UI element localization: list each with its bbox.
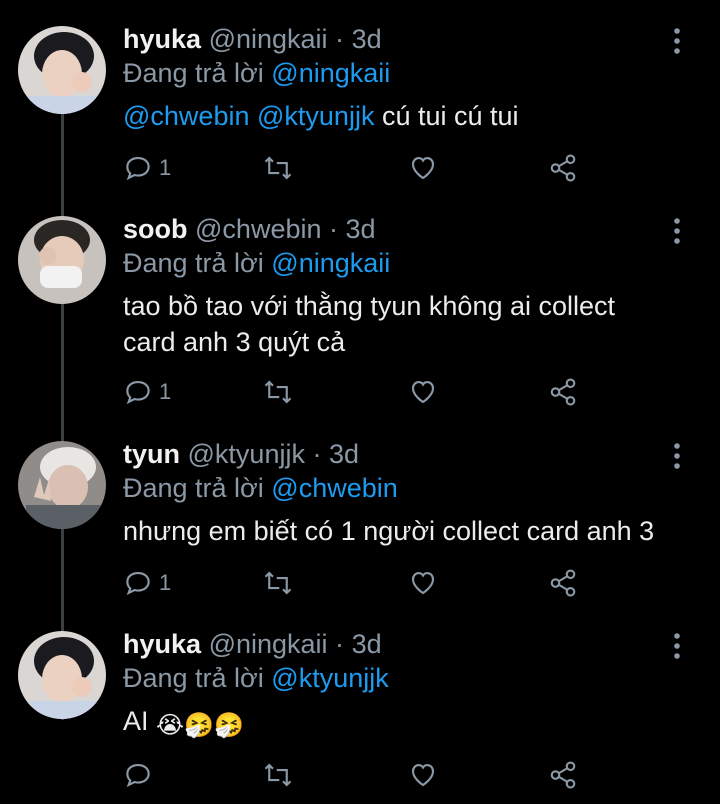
replying-to-label: Đang trả lời — [123, 663, 264, 693]
like-button[interactable] — [408, 374, 438, 410]
separator: · — [329, 214, 339, 244]
heart-icon — [411, 763, 435, 787]
retweet-icon — [264, 156, 292, 180]
reply-icon — [126, 763, 150, 788]
tweet-actions — [123, 757, 593, 793]
avatar[interactable] — [18, 631, 106, 719]
tweet-header: hyuka @ningkaii · 3d — [123, 627, 382, 661]
replying-to: Đang trả lời @chwebin — [123, 471, 398, 505]
tweet-text-line: card anh 3 quýt cả — [123, 327, 346, 357]
like-button[interactable] — [408, 757, 438, 793]
more-options-icon[interactable] — [670, 441, 684, 471]
user-handle[interactable]: @ningkaii — [209, 24, 328, 54]
reply-count: 1 — [159, 379, 172, 404]
emoji-crying-sneezing: 😭🤧🤧 — [156, 712, 244, 739]
tweet-actions: 1 — [123, 150, 593, 186]
retweet-icon — [264, 380, 292, 404]
heart-icon — [411, 156, 435, 180]
replying-to-mention[interactable]: @chwebin — [271, 473, 397, 503]
heart-icon — [411, 571, 435, 595]
replying-to-mention[interactable]: @ktyunjjk — [271, 663, 388, 693]
replying-to: Đang trả lời @ningkaii — [123, 246, 390, 280]
timestamp[interactable]: 3d — [352, 24, 382, 54]
tweet[interactable]: hyuka @ningkaii · 3d Đang trả lời @ktyun… — [0, 627, 720, 804]
user-handle[interactable]: @ktyunjjk — [188, 439, 305, 469]
reply-icon — [126, 571, 150, 596]
retweet-button[interactable] — [263, 565, 293, 601]
reply-icon — [126, 380, 150, 405]
reply-icon — [126, 156, 150, 181]
timestamp[interactable]: 3d — [329, 439, 359, 469]
tweet-actions: 1 — [123, 374, 593, 410]
replying-to-label: Đang trả lời — [123, 473, 264, 503]
retweet-button[interactable] — [263, 757, 293, 793]
tweet-text: @chwebin @ktyunjjk cú tui cú tui — [123, 98, 693, 134]
display-name[interactable]: tyun — [123, 439, 180, 469]
tweet-header: soob @chwebin · 3d — [123, 212, 376, 246]
replying-to: Đang trả lời @ningkaii — [123, 56, 390, 90]
replying-to: Đang trả lời @ktyunjjk — [123, 661, 389, 695]
reply-count: 1 — [159, 155, 172, 180]
tweet-text-rest: cú tui cú tui — [374, 101, 519, 131]
tweet-text: tao bồ tao với thằng tyun không ai colle… — [123, 288, 693, 360]
more-options-icon[interactable] — [670, 26, 684, 56]
tweet-text: nhưng em biết có 1 người collect card an… — [123, 516, 655, 546]
reply-button[interactable]: 1 — [123, 374, 171, 410]
more-options-icon[interactable] — [670, 216, 684, 246]
reply-button[interactable]: 1 — [123, 565, 171, 601]
separator: · — [335, 629, 345, 659]
retweet-icon — [264, 763, 292, 787]
tweet-text: AI 😭🤧🤧 — [123, 703, 693, 744]
reply-count: 1 — [159, 570, 172, 595]
share-icon — [550, 761, 576, 789]
user-handle[interactable]: @chwebin — [195, 214, 321, 244]
share-button[interactable] — [548, 757, 578, 793]
user-handle[interactable]: @ningkaii — [209, 629, 328, 659]
tweet-header: tyun @ktyunjjk · 3d — [123, 437, 359, 471]
display-name[interactable]: hyuka — [123, 24, 201, 54]
separator: · — [312, 439, 322, 469]
separator: · — [335, 24, 345, 54]
share-button[interactable] — [548, 150, 578, 186]
display-name[interactable]: soob — [123, 214, 188, 244]
mention-link[interactable]: @ktyunjjk — [257, 101, 374, 131]
timestamp[interactable]: 3d — [346, 214, 376, 244]
tweet-text-body: AI — [123, 706, 149, 736]
replying-to-mention[interactable]: @ningkaii — [271, 248, 390, 278]
share-icon — [550, 154, 576, 182]
avatar[interactable] — [18, 441, 106, 529]
share-button[interactable] — [548, 374, 578, 410]
reply-button[interactable]: 1 — [123, 150, 171, 186]
share-icon — [550, 569, 576, 597]
tweet[interactable]: tyun @ktyunjjk · 3d Đang trả lời @chwebi… — [0, 437, 720, 627]
heart-icon — [411, 380, 435, 404]
replying-to-mention[interactable]: @ningkaii — [271, 58, 390, 88]
mention-link[interactable]: @chwebin — [123, 101, 249, 131]
avatar[interactable] — [18, 216, 106, 304]
tweet[interactable]: hyuka @ningkaii · 3d Đang trả lời @ningk… — [0, 22, 720, 212]
share-button[interactable] — [548, 565, 578, 601]
retweet-icon — [264, 571, 292, 595]
retweet-button[interactable] — [263, 150, 293, 186]
more-options-icon[interactable] — [670, 631, 684, 661]
like-button[interactable] — [408, 565, 438, 601]
avatar[interactable] — [18, 26, 106, 114]
tweet-text-line: tao bồ tao với thằng tyun không ai colle… — [123, 291, 616, 321]
retweet-button[interactable] — [263, 374, 293, 410]
tweet-actions: 1 — [123, 565, 593, 601]
timestamp[interactable]: 3d — [352, 629, 382, 659]
replying-to-label: Đang trả lời — [123, 58, 264, 88]
share-icon — [550, 378, 576, 406]
replying-to-label: Đang trả lời — [123, 248, 264, 278]
display-name[interactable]: hyuka — [123, 629, 201, 659]
reply-button[interactable] — [123, 757, 159, 793]
like-button[interactable] — [408, 150, 438, 186]
tweet[interactable]: soob @chwebin · 3d Đang trả lời @ningkai… — [0, 212, 720, 437]
tweet-header: hyuka @ningkaii · 3d — [123, 22, 382, 56]
